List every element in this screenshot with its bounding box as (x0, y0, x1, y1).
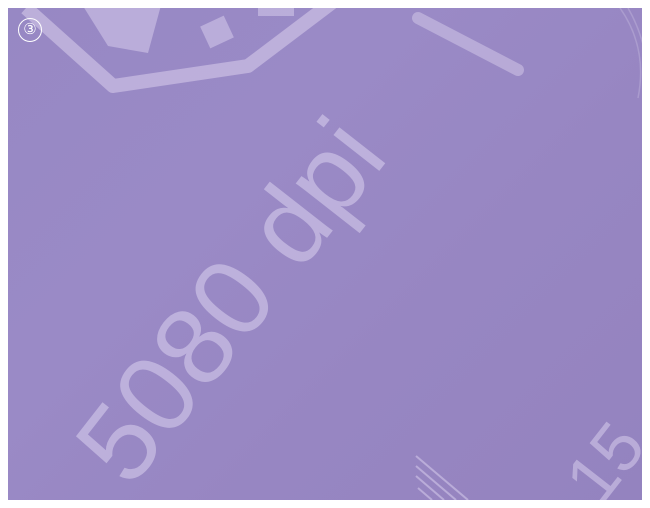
photo-frame: 5080 dpi 15 ③ (0, 0, 650, 508)
dpi-text: 5080 dpi (52, 96, 409, 500)
photo: 5080 dpi 15 ③ (8, 8, 642, 500)
printed-surface: 5080 dpi 15 (21, 8, 642, 500)
edge-arcs (619, 8, 642, 99)
hatch-lines (415, 455, 469, 500)
logo-graphic (21, 8, 337, 93)
logo-blocks (84, 8, 294, 53)
step-number-badge: ③ (18, 18, 42, 42)
top-stripe (412, 12, 524, 76)
corner-text: 15 (550, 408, 642, 500)
